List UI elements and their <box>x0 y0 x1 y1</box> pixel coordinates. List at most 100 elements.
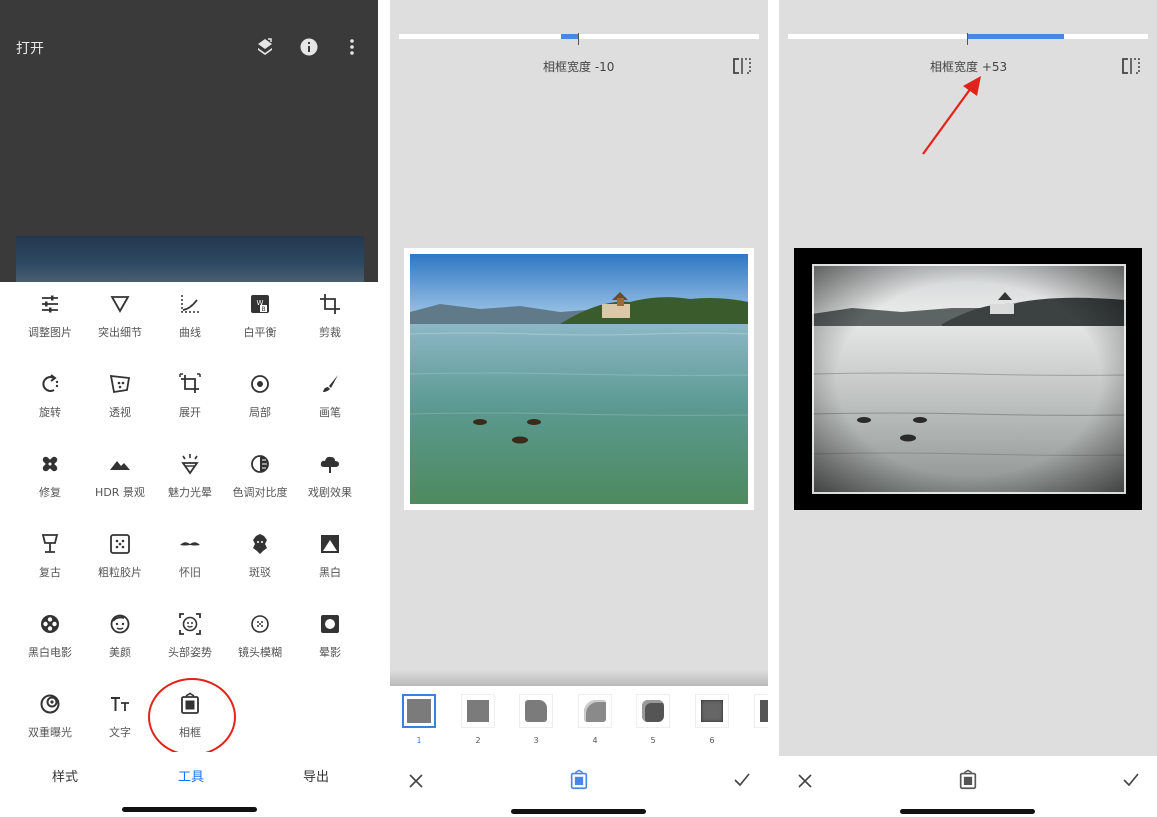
panel-divider-shadow <box>390 670 768 686</box>
grunge-icon <box>253 534 267 554</box>
framed-photo <box>794 248 1142 510</box>
check-icon[interactable] <box>734 773 750 787</box>
perspective-icon <box>109 374 131 394</box>
frame-width-slider[interactable] <box>399 33 759 45</box>
white-balance-icon: W B <box>251 295 269 313</box>
tool-grunge[interactable]: 斑驳 <box>222 532 298 580</box>
selective-icon <box>251 375 269 393</box>
slider-center-tick <box>578 33 579 45</box>
curves-icon <box>181 295 199 313</box>
photo-thumbnail <box>16 236 364 282</box>
tune-icon <box>42 295 58 313</box>
retrolux-icon <box>180 542 200 546</box>
tab-export[interactable]: 导出 <box>303 766 329 785</box>
hdr-icon <box>110 461 130 470</box>
tool-expand[interactable]: 展开 <box>152 372 228 420</box>
frame-style-thumb[interactable] <box>402 694 436 728</box>
tonal-contrast-icon <box>251 455 269 473</box>
frame-style-strip: 1 2 3 4 5 6 7 <box>390 686 768 756</box>
open-button[interactable]: 打开 <box>16 38 44 58</box>
tool-lens-blur[interactable]: 镜头模糊 <box>222 612 298 660</box>
head-pose-icon <box>179 613 201 635</box>
tool-selective[interactable]: 局部 <box>222 372 298 420</box>
text-icon <box>111 697 129 711</box>
tool-healing[interactable]: 修复 <box>12 452 88 500</box>
tool-black-white[interactable]: 黑白 <box>292 532 368 580</box>
close-icon[interactable] <box>798 774 812 788</box>
frames-highlight-annotation <box>148 678 236 756</box>
lens-blur-icon <box>251 615 269 633</box>
annotation-arrow-icon <box>922 76 981 155</box>
frame-style-thumb[interactable] <box>578 694 612 728</box>
crop-icon <box>320 294 340 314</box>
vignette-icon <box>321 615 339 633</box>
frame-style-thumb[interactable] <box>519 694 553 728</box>
frame-style-thumb[interactable] <box>461 694 495 728</box>
frame-width-slider[interactable] <box>788 33 1148 45</box>
tool-perspective[interactable]: 透视 <box>82 372 158 420</box>
tool-curves[interactable]: 曲线 <box>152 292 228 340</box>
tool-retrolux[interactable]: 怀旧 <box>152 532 228 580</box>
frame-style-thumb[interactable] <box>695 694 729 728</box>
tool-vignette[interactable]: 晕影 <box>292 612 368 660</box>
rotate-icon <box>42 374 59 392</box>
frame-number: 3 <box>533 736 539 745</box>
tab-tools[interactable]: 工具 <box>178 766 204 785</box>
frame-style-thumb[interactable] <box>636 694 670 728</box>
tool-tonal-contrast[interactable]: 色调对比度 <box>222 452 298 500</box>
editor-panel-frame-width-minus: 相框宽度 -10 1 2 3 4 5 6 <box>390 0 768 817</box>
tool-head-pose[interactable]: 头部姿势 <box>152 612 228 660</box>
frames-icon[interactable] <box>957 769 979 791</box>
tool-noir[interactable]: 黑白电影 <box>12 612 88 660</box>
tool-face-enhance[interactable]: 美颜 <box>82 612 158 660</box>
tool-hdr[interactable]: HDR 景观 <box>82 452 158 500</box>
details-icon <box>110 296 130 313</box>
tab-styles[interactable]: 样式 <box>52 766 78 785</box>
edit-action-bar <box>779 756 1157 817</box>
slider-fill <box>968 34 1064 39</box>
close-icon[interactable] <box>409 774 423 788</box>
noir-icon <box>41 615 59 633</box>
frame-number: 4 <box>592 736 598 745</box>
lake-photo-bw <box>812 264 1126 494</box>
tool-drama[interactable]: 戏剧效果 <box>292 452 368 500</box>
tool-double-exposure[interactable]: 双重曝光 <box>12 692 88 740</box>
edit-action-bar <box>390 756 768 817</box>
tool-brush[interactable]: 画笔 <box>292 372 368 420</box>
tool-vintage[interactable]: 复古 <box>12 532 88 580</box>
info-icon[interactable] <box>300 38 318 56</box>
frame-style-thumb[interactable] <box>754 694 768 728</box>
drama-icon <box>320 456 339 473</box>
frame-number: 5 <box>650 736 656 745</box>
lake-photo <box>410 254 748 504</box>
home-indicator <box>122 807 257 812</box>
double-exposure-icon <box>40 694 60 714</box>
slider-fill <box>561 34 578 39</box>
more-vert-icon[interactable] <box>348 38 356 56</box>
photo-preview-area: 打开 <box>0 0 378 282</box>
frames-icon[interactable] <box>568 769 590 791</box>
svg-text:B: B <box>261 306 265 313</box>
grainy-film-icon <box>110 534 130 554</box>
framed-photo <box>404 248 754 510</box>
frame-number: 1 <box>416 736 422 745</box>
tool-glamour-glow[interactable]: 魅力光晕 <box>152 452 228 500</box>
tool-crop[interactable]: 剪裁 <box>292 292 368 340</box>
tool-details[interactable]: 突出细节 <box>82 292 158 340</box>
frame-number: 2 <box>475 736 481 745</box>
bottom-nav: 样式 工具 导出 <box>0 752 378 817</box>
tool-rotate[interactable]: 旋转 <box>12 372 88 420</box>
expand-icon <box>179 373 201 393</box>
compare-icon[interactable] <box>733 58 751 74</box>
vintage-icon <box>41 534 59 553</box>
tool-tune[interactable]: 调整图片 <box>12 292 88 340</box>
glamour-glow-icon <box>181 454 199 475</box>
tool-grainy-film[interactable]: 粗粒胶片 <box>82 532 158 580</box>
check-icon[interactable] <box>1123 773 1139 787</box>
tool-white-balance[interactable]: W B 白平衡 <box>222 292 298 340</box>
compare-icon[interactable] <box>1122 58 1140 74</box>
home-indicator <box>511 809 646 814</box>
frame-number: 6 <box>709 736 715 745</box>
layers-icon[interactable] <box>255 37 275 57</box>
tool-text[interactable]: 文字 <box>82 692 158 740</box>
